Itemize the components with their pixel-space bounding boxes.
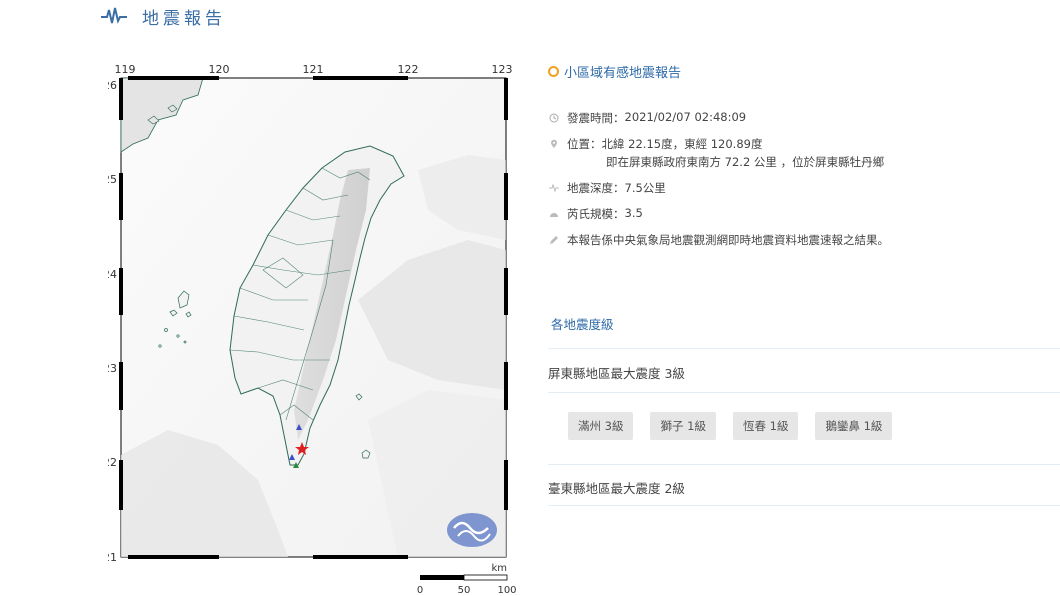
station-list: 滿州 3級 獅子 1級 恆春 1級 鵝鑾鼻 1級 — [568, 412, 893, 440]
report-title-text: 小區域有感地震報告 — [564, 65, 682, 81]
report-panel: 小區域有感地震報告 發震時間： 2021/02/07 02:48:09 位置： … — [548, 58, 1060, 506]
note-row: 本報告係中央氣象局地震觀測網即時地震資料地震速報之結果。 — [548, 232, 1060, 258]
lon-tick-label: 122 — [398, 63, 419, 76]
scale-tick-label: 0 — [417, 585, 423, 596]
page-header: 地震報告 — [100, 4, 226, 29]
report-info: 發震時間： 2021/02/07 02:48:09 位置： 北緯 22.15度，… — [548, 110, 1060, 258]
seismograph-icon — [101, 7, 127, 24]
pencil-icon — [550, 236, 558, 244]
magnitude-value: 3.5 — [624, 206, 643, 220]
report-note: 本報告係中央氣象局地震觀測網即時地震資料地震速報之結果。 — [567, 233, 889, 247]
report-title: 小區域有感地震報告 — [548, 58, 1060, 84]
region-heading: 臺東縣地區最大震度 2級 — [548, 481, 685, 496]
lon-tick-label: 123 — [492, 63, 513, 76]
scale-unit: km — [491, 563, 507, 574]
origin-time-label: 發震時間： — [567, 111, 625, 125]
scale-tick-label: 50 — [458, 585, 471, 596]
depth-label: 地震深度： — [567, 181, 625, 195]
earthquake-map: 119 120 121 122 123 26 25 24 23 22 21 — [108, 60, 518, 596]
magnitude-icon — [550, 213, 558, 217]
page-title: 地震報告 — [142, 8, 226, 29]
lat-tick-label: 22 — [108, 456, 117, 469]
circle-icon — [548, 65, 559, 77]
depth-row: 地震深度： 7.5公里 — [548, 180, 1060, 206]
origin-time-value: 2021/02/07 02:48:09 — [624, 110, 747, 124]
lat-tick-label: 25 — [108, 173, 117, 186]
map-pin-icon — [551, 139, 557, 148]
scale-bar: km 0 50 100 — [417, 563, 517, 596]
cwb-logo — [447, 513, 497, 547]
station-chip: 滿州 3級 — [568, 412, 634, 440]
lat-tick-label: 23 — [108, 362, 117, 375]
lat-tick-label: 21 — [108, 551, 117, 564]
lon-tick-label: 119 — [115, 63, 136, 76]
depth-value: 7.5公里 — [624, 181, 666, 195]
region-heading: 屏東縣地區最大震度 3級 — [548, 366, 685, 381]
location-label: 位置： — [567, 137, 602, 151]
location-description: 即在屏東縣政府東南方 72.2 公里 ，位於屏東縣牡丹鄉 — [606, 155, 885, 169]
lat-tick-label: 26 — [108, 79, 117, 92]
depth-icon — [549, 183, 559, 193]
clock-icon — [549, 113, 559, 123]
station-chip: 鵝鑾鼻 1級 — [815, 412, 893, 440]
location-value: 北緯 22.15度，東經 120.89度 — [601, 137, 763, 151]
location-row: 位置： 北緯 22.15度，東經 120.89度 — [548, 136, 1060, 152]
magnitude-label: 芮氏規模： — [567, 207, 625, 221]
magnitude-row: 芮氏規模： 3.5 — [548, 206, 1060, 232]
lat-tick-label: 24 — [108, 268, 117, 281]
divider — [548, 505, 1060, 506]
lon-tick-label: 121 — [303, 63, 324, 76]
station-chip: 獅子 1級 — [650, 412, 716, 440]
origin-time-row: 發震時間： 2021/02/07 02:48:09 — [548, 110, 1060, 136]
scale-tick-label: 100 — [497, 585, 516, 596]
lon-tick-label: 120 — [209, 63, 230, 76]
divider — [548, 348, 1060, 349]
divider — [548, 464, 1060, 465]
intensity-section-title: 各地震度級 — [551, 317, 614, 332]
station-chip: 恆春 1級 — [732, 412, 799, 440]
divider — [548, 392, 1060, 393]
